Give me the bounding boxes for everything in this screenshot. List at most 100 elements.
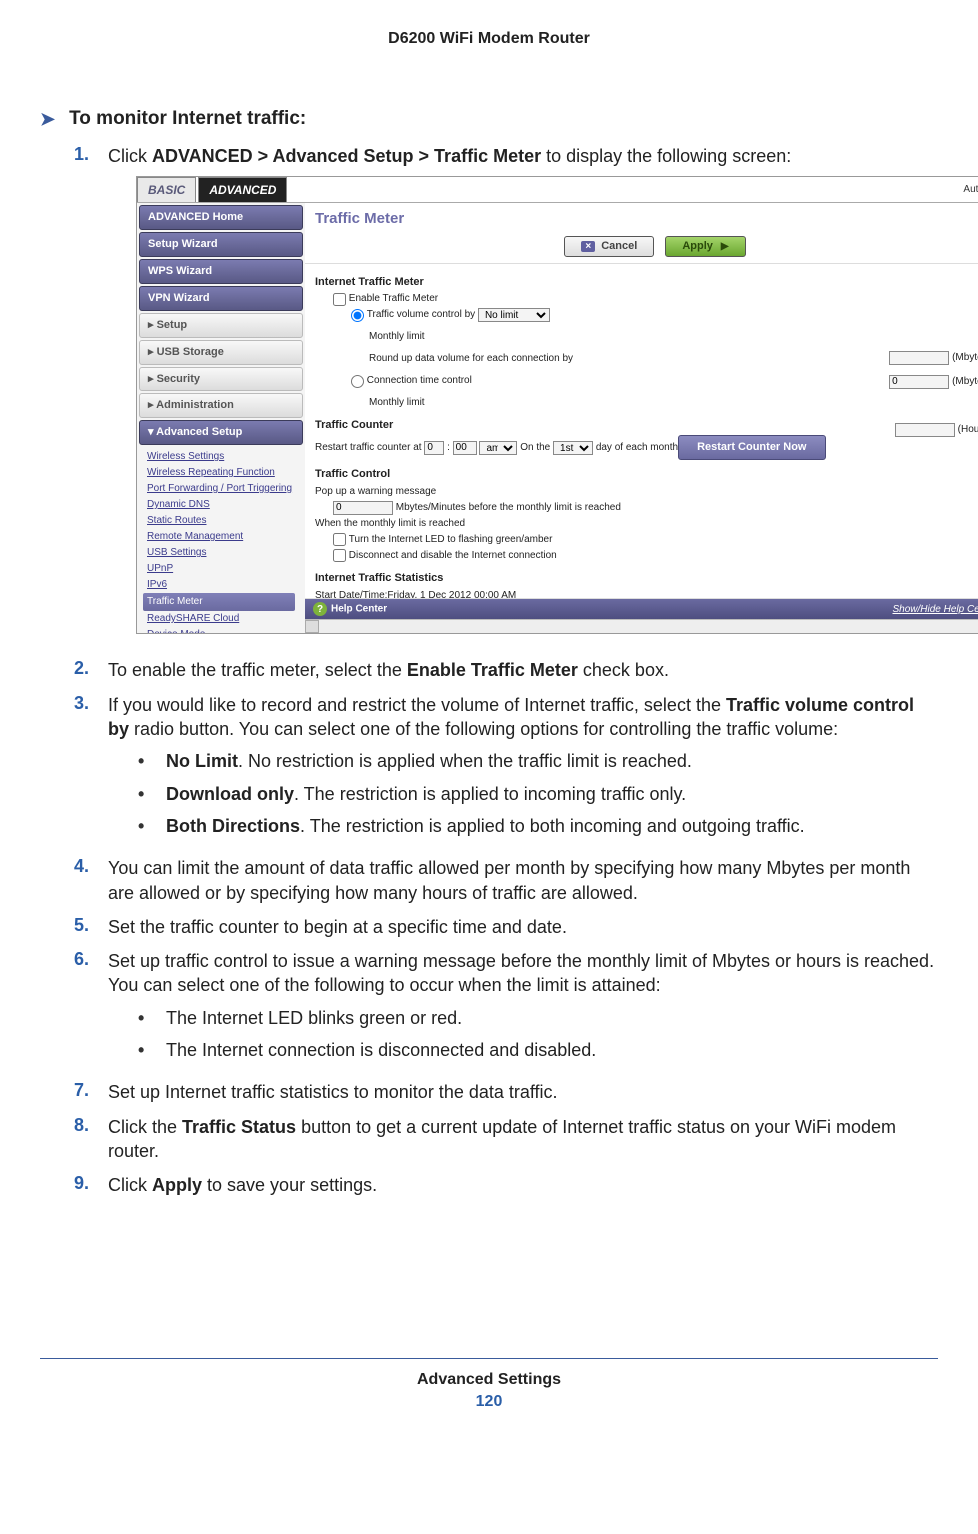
monthly-limit-hours-input[interactable] — [895, 423, 955, 437]
text: To enable the traffic meter, select the — [108, 660, 407, 680]
sidebar-item-vpn-wizard[interactable]: VPN Wizard — [139, 286, 303, 311]
page-footer: Advanced Settings 120 — [40, 1358, 938, 1411]
apply-button[interactable]: Apply▶ — [665, 236, 745, 257]
bold-text: Both Directions — [166, 816, 300, 836]
restart-counter-button[interactable]: Restart Counter Now — [678, 435, 825, 461]
disconnect-checkbox[interactable] — [333, 549, 346, 562]
link-device-mode[interactable]: Device Mode — [147, 627, 295, 633]
step-body: Click ADVANCED > Advanced Setup > Traffi… — [108, 144, 978, 648]
label: Monthly limit — [369, 395, 425, 411]
text: Click — [108, 1175, 152, 1195]
link-wireless-settings[interactable]: Wireless Settings — [147, 449, 295, 465]
unit-label: (Hours) — [958, 422, 978, 438]
label: Round up data volume for each connection… — [369, 351, 573, 367]
step-num: 2. — [74, 658, 94, 682]
task-arrow-icon: ➤ — [40, 109, 55, 130]
tab-basic[interactable]: BASIC — [137, 177, 196, 202]
text: Set up traffic control to issue a warnin… — [108, 951, 934, 995]
cancel-button[interactable]: ×Cancel — [564, 236, 654, 257]
sidebar-section-admin[interactable]: ▸ Administration — [139, 393, 303, 418]
enable-traffic-meter-checkbox[interactable] — [333, 293, 346, 306]
task-heading: ➤ To monitor Internet traffic: — [40, 108, 938, 130]
sidebar-item-advanced-home[interactable]: ADVANCED Home — [139, 205, 303, 230]
settings-panel: Internet Traffic Meter Enable Traffic Me… — [305, 263, 978, 600]
bold-text: ADVANCED > Advanced Setup > Traffic Mete… — [152, 146, 541, 166]
label: Connection time control — [367, 373, 472, 389]
sidebar-section-security[interactable]: ▸ Security — [139, 367, 303, 392]
horizontal-scrollbar[interactable] — [305, 619, 978, 633]
link-readyshare[interactable]: ReadySHARE Cloud — [147, 611, 295, 627]
traffic-volume-control-radio[interactable] — [351, 309, 364, 322]
day-select[interactable]: 1st — [553, 441, 593, 455]
step-num: 8. — [74, 1115, 94, 1164]
label: Traffic volume control by — [367, 307, 475, 323]
link-traffic-meter[interactable]: Traffic Meter — [143, 593, 295, 611]
link-ddns[interactable]: Dynamic DNS — [147, 497, 295, 513]
unit-label: (Mbytes) — [952, 374, 978, 390]
close-icon: × — [581, 241, 595, 252]
sidebar-section-setup[interactable]: ▸ Setup — [139, 313, 303, 338]
monthly-limit-input[interactable] — [889, 351, 949, 365]
ampm-select[interactable]: am — [479, 441, 517, 455]
minute-input[interactable] — [453, 441, 477, 455]
step-num: 1. — [74, 144, 94, 648]
sidebar-item-wps-wizard[interactable]: WPS Wizard — [139, 259, 303, 284]
task-title: To monitor Internet traffic: — [69, 108, 306, 130]
text: radio button. You can select one of the … — [129, 719, 838, 739]
step-num: 3. — [74, 693, 94, 846]
section-internet-traffic-meter: Internet Traffic Meter — [315, 274, 978, 292]
step-num: 6. — [74, 949, 94, 1070]
router-ui-screenshot: BASIC ADVANCED Auto ▾ ADVANCED Home Setu… — [136, 176, 978, 634]
section-traffic-counter: Traffic Counter — [315, 417, 978, 435]
section-traffic-control: Traffic Control — [315, 466, 978, 484]
text: The Internet LED blinks green or red. — [166, 1006, 462, 1030]
help-center-bar[interactable]: ?Help Center Show/Hide Help Center — [305, 599, 978, 619]
text: . No restriction is applied when the tra… — [238, 751, 692, 771]
step-num: 9. — [74, 1173, 94, 1197]
label: Restart traffic counter at — [315, 440, 422, 456]
show-hide-help-link[interactable]: Show/Hide Help Center — [893, 603, 978, 617]
link-remote-mgmt[interactable]: Remote Management — [147, 529, 295, 545]
sidebar-section-advanced-setup[interactable]: ▾ Advanced Setup — [139, 420, 303, 445]
sidebar-item-setup-wizard[interactable]: Setup Wizard — [139, 232, 303, 257]
text: Set up Internet traffic statistics to mo… — [108, 1080, 938, 1104]
bold-text: No Limit — [166, 751, 238, 771]
play-icon: ▶ — [721, 241, 729, 252]
label: Mbytes/Minutes before the monthly limit … — [396, 500, 621, 516]
text: to save your settings. — [202, 1175, 377, 1195]
sidebar-section-usb[interactable]: ▸ USB Storage — [139, 340, 303, 365]
button-row: ×Cancel Apply▶ — [305, 232, 978, 263]
connection-time-control-radio[interactable] — [351, 375, 364, 388]
main-panel: Traffic Meter ×Cancel Apply▶ Internet Tr… — [305, 203, 978, 633]
link-port-fwd[interactable]: Port Forwarding / Port Triggering — [147, 481, 295, 497]
bold-text: Download only — [166, 784, 294, 804]
popup-threshold-input[interactable] — [333, 501, 393, 515]
roundup-input[interactable] — [889, 375, 949, 389]
traffic-volume-select[interactable]: No limit — [478, 308, 550, 322]
link-repeating[interactable]: Wireless Repeating Function — [147, 465, 295, 481]
auto-refresh-select[interactable]: Auto ▾ — [963, 177, 978, 202]
label: When the monthly limit is reached — [315, 516, 978, 532]
label: day of each month — [596, 440, 678, 456]
text: . The restriction is applied to incoming… — [294, 784, 686, 804]
footer-section: Advanced Settings — [40, 1371, 938, 1389]
text: You can limit the amount of data traffic… — [108, 856, 938, 905]
hour-input[interactable] — [424, 441, 444, 455]
text: to display the following screen: — [541, 146, 791, 166]
link-usb-settings[interactable]: USB Settings — [147, 545, 295, 561]
led-flash-checkbox[interactable] — [333, 533, 346, 546]
sidebar-sublinks: Wireless Settings Wireless Repeating Fun… — [137, 447, 305, 633]
section-traffic-stats: Internet Traffic Statistics — [315, 570, 978, 588]
label: Enable Traffic Meter — [349, 291, 438, 307]
step-num: 7. — [74, 1080, 94, 1104]
link-static-routes[interactable]: Static Routes — [147, 513, 295, 529]
help-label: Help Center — [331, 604, 387, 615]
footer-page-number: 120 — [40, 1393, 938, 1411]
stat-start-date: Start Date/Time:Friday, 1 Dec 2012 00:00… — [315, 588, 978, 600]
text: Click — [108, 146, 152, 166]
text: The Internet connection is disconnected … — [166, 1038, 596, 1062]
link-ipv6[interactable]: IPv6 — [147, 577, 295, 593]
tab-advanced[interactable]: ADVANCED — [198, 177, 287, 202]
link-upnp[interactable]: UPnP — [147, 561, 295, 577]
main-title: Traffic Meter — [305, 203, 978, 231]
